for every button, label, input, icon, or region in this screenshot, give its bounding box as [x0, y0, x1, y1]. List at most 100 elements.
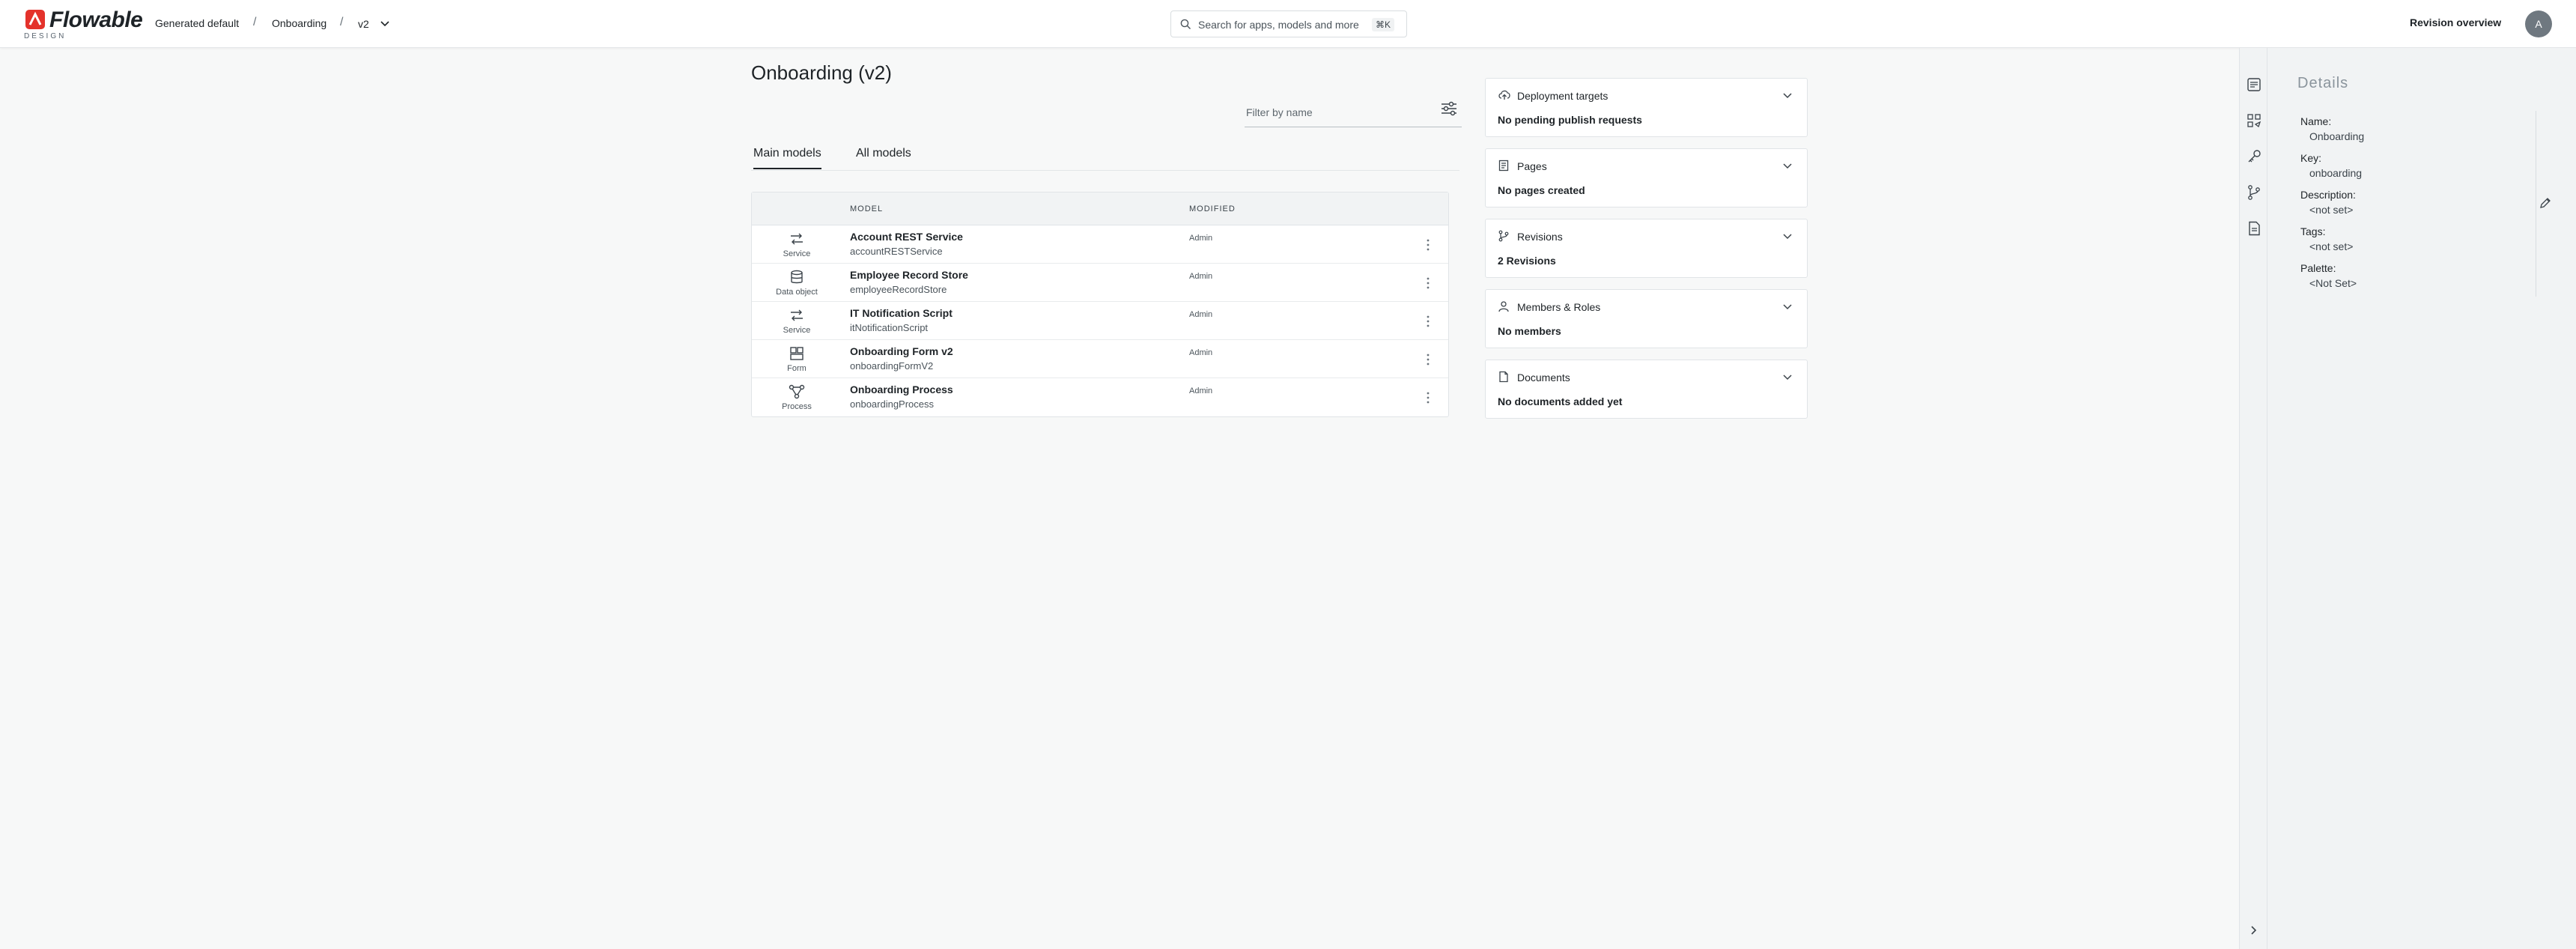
model-type-label: Service	[783, 326, 811, 335]
detail-label-name: Name:	[2300, 115, 2332, 127]
user-avatar[interactable]: A	[2525, 10, 2552, 37]
detail-value-name: Onboarding	[2309, 130, 2365, 142]
top-bar: Flowable DESIGN Generated default / Onbo…	[0, 0, 2576, 48]
version-label: v2	[358, 18, 369, 30]
model-key: onboardingFormV2	[850, 360, 934, 372]
column-header-modified[interactable]: MODIFIED	[1189, 204, 1236, 213]
details-panel-icon[interactable]	[2246, 76, 2262, 93]
side-rail	[2239, 48, 2267, 949]
more-options-icon[interactable]	[1424, 274, 1433, 292]
chevron-right-icon[interactable]	[2247, 924, 2259, 940]
detail-value-key: onboarding	[2309, 167, 2363, 179]
detail-value-description: <not set>	[2309, 204, 2354, 216]
table-row[interactable]: Process Onboarding Process onboardingPro…	[752, 378, 1448, 416]
filter-input[interactable]: Filter by name	[1245, 103, 1462, 127]
revisions-card: Revisions 2 Revisions	[1485, 219, 1808, 278]
more-options-icon[interactable]	[1424, 351, 1433, 369]
branch-icon[interactable]	[2246, 184, 2262, 201]
modified-by: Admin	[1189, 234, 1213, 243]
card-body: No pending publish requests	[1498, 114, 1642, 126]
chevron-down-icon	[380, 18, 390, 30]
model-graph-icon[interactable]	[2246, 112, 2262, 129]
card-title[interactable]: Deployment targets	[1517, 90, 1608, 102]
page-title: Onboarding (v2)	[751, 61, 892, 84]
more-options-icon[interactable]	[1424, 312, 1433, 330]
breadcrumb-separator: /	[253, 16, 257, 28]
modified-by: Admin	[1189, 386, 1213, 395]
model-name[interactable]: Employee Record Store	[850, 269, 968, 281]
edit-pencil-icon[interactable]	[2539, 196, 2552, 213]
modified-by: Admin	[1189, 348, 1213, 357]
detail-label-key: Key:	[2300, 152, 2322, 164]
breadcrumb-workspace[interactable]: Generated default	[155, 17, 239, 29]
chevron-down-icon[interactable]	[1781, 91, 1793, 104]
search-placeholder: Search for apps, models and more	[1198, 19, 1359, 31]
global-search[interactable]: Search for apps, models and more ⌘K	[1170, 10, 1407, 37]
version-dropdown[interactable]: v2	[358, 15, 390, 33]
more-options-icon[interactable]	[1424, 236, 1433, 254]
detail-label-palette: Palette:	[2300, 262, 2336, 274]
members-roles-card: Members & Roles No members	[1485, 289, 1808, 348]
table-row[interactable]: Form Onboarding Form v2 onboardingFormV2…	[752, 340, 1448, 378]
model-key: onboardingProcess	[850, 398, 935, 410]
details-title: Details	[2297, 75, 2349, 91]
tab-all-models[interactable]: All models	[856, 147, 911, 168]
detail-value-tags: <not set>	[2309, 240, 2354, 252]
model-type-label: Process	[782, 402, 812, 411]
chevron-down-icon[interactable]	[1781, 302, 1793, 315]
detail-label-tags: Tags:	[2300, 225, 2326, 237]
card-title[interactable]: Members & Roles	[1517, 301, 1600, 313]
filter-placeholder: Filter by name	[1246, 106, 1313, 118]
card-title[interactable]: Pages	[1517, 160, 1547, 172]
models-table: MODEL MODIFIED Service Account REST Serv…	[751, 192, 1449, 417]
service-icon	[788, 308, 806, 323]
flowable-logo[interactable]: Flowable DESIGN	[24, 7, 144, 43]
model-type-label: Data object	[776, 288, 818, 297]
breadcrumb-app[interactable]: Onboarding	[272, 17, 326, 29]
card-title[interactable]: Documents	[1517, 372, 1570, 383]
modified-by: Admin	[1189, 310, 1213, 319]
branch-icon	[1498, 230, 1510, 246]
card-body: No members	[1498, 325, 1561, 337]
detail-label-description: Description:	[2300, 189, 2356, 201]
model-name[interactable]: Account REST Service	[850, 231, 963, 243]
model-tabs: Main models All models	[751, 142, 1459, 171]
user-icon	[1498, 300, 1510, 316]
cloud-upload-icon	[1498, 89, 1511, 105]
more-options-icon[interactable]	[1424, 389, 1433, 407]
chevron-down-icon[interactable]	[1781, 231, 1793, 245]
page-icon	[1498, 160, 1510, 175]
documents-card: Documents No documents added yet	[1485, 360, 1808, 419]
card-title[interactable]: Revisions	[1517, 231, 1563, 243]
logo-wordmark: Flowable	[49, 7, 143, 32]
card-body: No pages created	[1498, 184, 1585, 196]
table-row[interactable]: Service Account REST Service accountREST…	[752, 225, 1448, 264]
column-header-model[interactable]: MODEL	[850, 204, 883, 213]
model-key: itNotificationScript	[850, 322, 929, 333]
flowable-logo-mark	[25, 10, 45, 29]
table-row[interactable]: Service IT Notification Script itNotific…	[752, 302, 1448, 340]
model-type-label: Form	[787, 364, 806, 373]
model-key: employeeRecordStore	[850, 284, 947, 295]
table-row[interactable]: Data object Employee Record Store employ…	[752, 264, 1448, 302]
document-icon	[1498, 371, 1510, 386]
document-icon[interactable]	[2246, 220, 2262, 237]
model-key: accountRESTService	[850, 246, 943, 257]
tab-main-models[interactable]: Main models	[753, 147, 821, 169]
chevron-down-icon[interactable]	[1781, 372, 1793, 386]
chevron-down-icon[interactable]	[1781, 161, 1793, 175]
card-body: No documents added yet	[1498, 395, 1623, 407]
details-panel: Details Name: Onboarding Key: onboarding…	[2267, 48, 2576, 949]
data-object-icon	[788, 270, 806, 285]
model-name[interactable]: Onboarding Form v2	[850, 345, 953, 357]
table-header: MODEL MODIFIED	[752, 192, 1448, 225]
model-name[interactable]: Onboarding Process	[850, 383, 953, 395]
key-icon[interactable]	[2246, 148, 2262, 165]
model-name[interactable]: IT Notification Script	[850, 307, 953, 319]
breadcrumb-separator: /	[340, 16, 344, 28]
filter-settings-icon[interactable]	[1439, 99, 1459, 122]
modified-by: Admin	[1189, 272, 1213, 281]
search-shortcut: ⌘K	[1371, 18, 1394, 31]
card-body: 2 Revisions	[1498, 255, 1556, 267]
revision-overview-button[interactable]: Revision overview	[2410, 16, 2501, 28]
